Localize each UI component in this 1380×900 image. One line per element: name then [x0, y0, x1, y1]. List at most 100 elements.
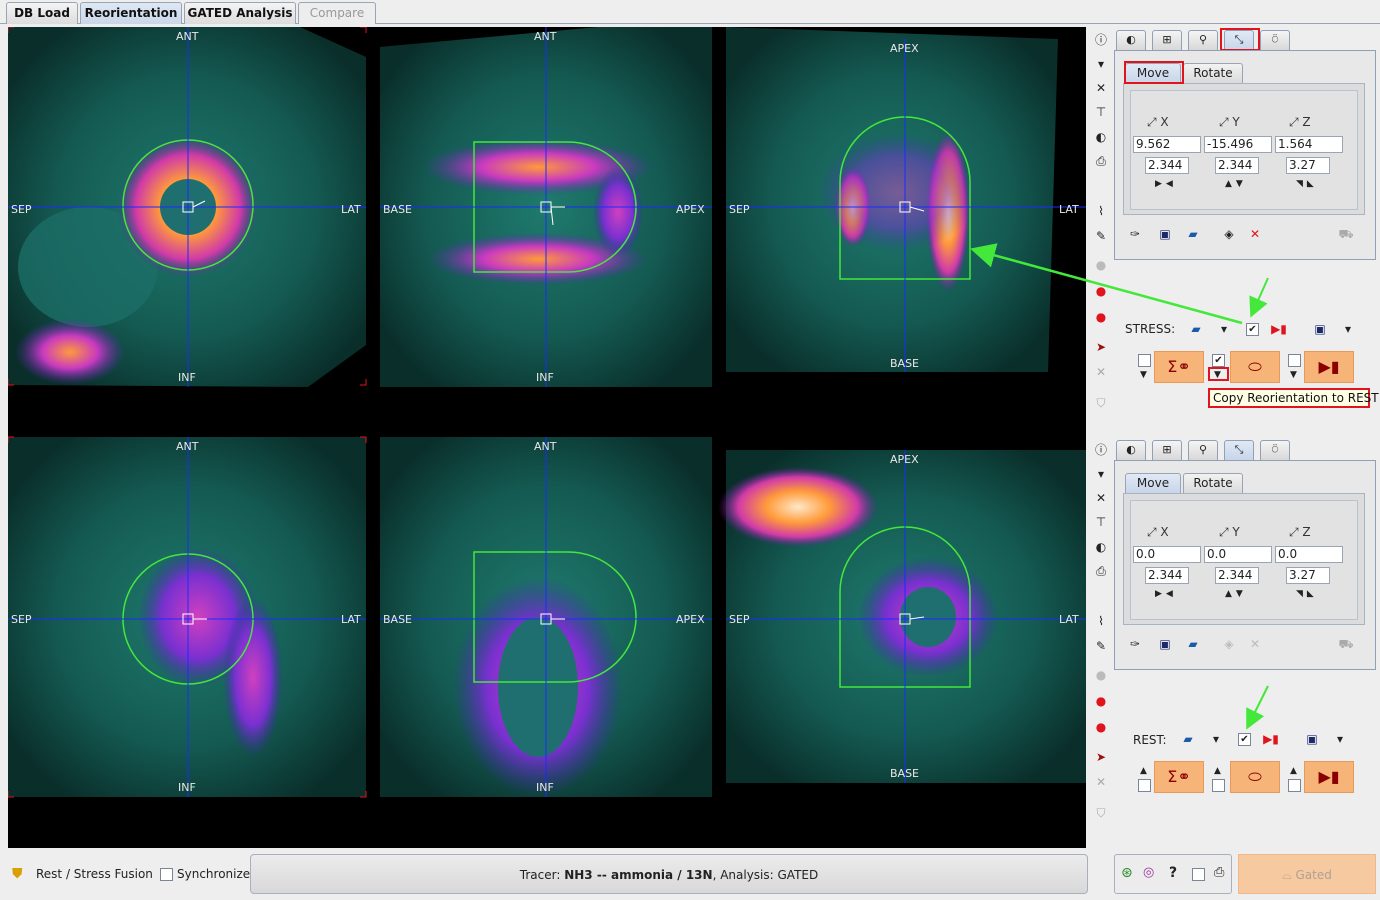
folder-open-icon[interactable]: ▰ — [1186, 320, 1206, 338]
vehicle-icon[interactable]: ⛟ — [1329, 635, 1363, 653]
close-icon[interactable]: ✕ — [1090, 78, 1112, 98]
x-step-field[interactable]: 2.344 — [1145, 567, 1189, 584]
folder-open-icon[interactable]: ▰ — [1183, 635, 1203, 653]
stress-checkbox[interactable]: ✔ — [1246, 323, 1259, 336]
print-icon[interactable]: ⎙ — [1090, 561, 1112, 581]
y-position-field[interactable]: 0.0 — [1204, 546, 1272, 563]
fusion-label[interactable]: Rest / Stress Fusion — [36, 867, 153, 881]
fusion-checkbox[interactable] — [1212, 779, 1225, 792]
segment-button[interactable]: ▶▮ — [1304, 761, 1354, 793]
save-icon[interactable]: ▣ — [1310, 320, 1330, 338]
chevron-down-icon[interactable]: ▾ — [1214, 320, 1234, 338]
segment-icon[interactable]: ▶▮ — [1258, 730, 1284, 748]
tab-gated-analysis[interactable]: GATED Analysis — [184, 2, 296, 24]
gated-checkbox[interactable] — [1192, 868, 1205, 881]
layout-icon[interactable]: ⊤ — [1090, 102, 1112, 122]
graph-icon[interactable]: ⌇ — [1090, 201, 1112, 221]
chevron-down-icon[interactable]: ▼ — [1140, 370, 1147, 380]
segment-icon[interactable]: ➤ — [1090, 337, 1112, 357]
info-icon[interactable]: ⓘ — [1090, 440, 1112, 460]
y-move-arrows[interactable]: ▲▼ — [1225, 179, 1247, 189]
pin-icon[interactable]: ✑ — [1125, 635, 1145, 653]
chevron-down-icon[interactable]: ▾ — [1338, 320, 1358, 338]
y-position-field[interactable]: -15.496 — [1204, 136, 1272, 153]
print-icon[interactable]: ⎙ — [1214, 865, 1224, 880]
y-step-field[interactable]: 2.344 — [1215, 567, 1259, 584]
chevron-up-icon[interactable]: ▲ — [1214, 766, 1221, 776]
tab-compare[interactable]: Compare — [298, 2, 376, 24]
x-step-field[interactable]: 2.344 — [1145, 157, 1189, 174]
x-move-arrows[interactable]: ▶◀ — [1155, 589, 1177, 599]
segment-icon[interactable]: ▶▮ — [1266, 320, 1292, 338]
z-move-arrows[interactable]: ◥◣ — [1296, 589, 1318, 599]
folder-open-icon[interactable]: ▰ — [1183, 225, 1203, 243]
chevron-up-icon[interactable]: ▲ — [1140, 766, 1147, 776]
save-icon[interactable]: ▣ — [1155, 225, 1175, 243]
z-position-field[interactable]: 0.0 — [1275, 546, 1343, 563]
chevron-down-icon[interactable]: ▾ — [1090, 54, 1112, 74]
contrast-tab-icon[interactable]: ◐ — [1116, 30, 1146, 50]
chevron-down-icon[interactable]: ▾ — [1090, 464, 1112, 484]
contrast-icon[interactable]: ◐ — [1090, 537, 1112, 557]
z-step-field[interactable]: 3.27 — [1286, 157, 1330, 174]
chevron-down-icon[interactable]: ▾ — [1206, 730, 1226, 748]
tool-icon[interactable]: ✎ — [1090, 226, 1112, 246]
folder-open-icon[interactable]: ▰ — [1178, 730, 1198, 748]
vehicle-icon[interactable]: ⛟ — [1329, 225, 1363, 243]
sum-checkbox[interactable] — [1138, 354, 1151, 367]
grid-tab-icon[interactable]: ⊞ — [1152, 30, 1182, 50]
circle-grey-icon[interactable]: ● — [1090, 665, 1112, 685]
segment-checkbox[interactable] — [1288, 354, 1301, 367]
circle-red-icon[interactable]: ● — [1090, 717, 1112, 737]
sum-button[interactable]: Σ⚭ — [1154, 351, 1204, 383]
contrast-tab-icon[interactable]: ◐ — [1116, 440, 1146, 460]
body-tab-icon[interactable]: ⚲ — [1188, 30, 1218, 50]
segment-checkbox[interactable] — [1288, 779, 1301, 792]
circle-red-icon[interactable]: ● — [1090, 281, 1112, 301]
shield-icon[interactable]: ⛉ — [1090, 803, 1112, 823]
sum-button[interactable]: Σ⚭ — [1154, 761, 1204, 793]
pin-icon[interactable]: ✑ — [1125, 225, 1145, 243]
z-position-field[interactable]: 1.564 — [1275, 136, 1343, 153]
reset-icon[interactable]: ◈ — [1219, 225, 1239, 243]
synchronize-checkbox[interactable] — [160, 868, 173, 881]
tab-rotate[interactable]: Rotate — [1183, 473, 1243, 493]
fusion-button[interactable]: ⬭ — [1230, 761, 1280, 793]
gated-button[interactable]: ⌓ Gated — [1238, 854, 1376, 894]
fusion-button[interactable]: ⬭ — [1230, 351, 1280, 383]
fusion-shield-icon[interactable]: ⛊ — [12, 866, 23, 882]
chevron-down-icon[interactable]: ▾ — [1330, 730, 1350, 748]
y-move-arrows[interactable]: ▲▼ — [1225, 589, 1247, 599]
reorient-tab-icon[interactable]: ⤡ — [1224, 440, 1254, 460]
tab-db-load[interactable]: DB Load — [6, 2, 78, 24]
fusion-checkbox[interactable]: ✔ — [1212, 354, 1225, 367]
x-position-field[interactable]: 0.0 — [1133, 546, 1201, 563]
contrast-icon[interactable]: ◐ — [1090, 127, 1112, 147]
synchronize-label[interactable]: Synchronize — [177, 867, 250, 881]
target-icon[interactable]: ◎ — [1143, 865, 1154, 880]
tab-rotate[interactable]: Rotate — [1183, 63, 1243, 83]
z-step-field[interactable]: 3.27 — [1286, 567, 1330, 584]
layout-icon[interactable]: ⊤ — [1090, 512, 1112, 532]
graph-icon[interactable]: ⌇ — [1090, 611, 1112, 631]
circle-red-icon[interactable]: ● — [1090, 691, 1112, 711]
tab-reorientation[interactable]: Reorientation — [80, 2, 182, 24]
close-icon[interactable]: ✕ — [1245, 225, 1265, 243]
reset-icon[interactable]: ◈ — [1219, 635, 1239, 653]
grid-tab-icon[interactable]: ⊞ — [1152, 440, 1182, 460]
save-icon[interactable]: ▣ — [1155, 635, 1175, 653]
sum-checkbox[interactable] — [1138, 779, 1151, 792]
body-tab-icon[interactable]: ⚲ — [1188, 440, 1218, 460]
download-icon[interactable]: ⊛ — [1121, 865, 1133, 881]
segment-icon[interactable]: ➤ — [1090, 747, 1112, 767]
chevron-up-icon[interactable]: ▲ — [1290, 766, 1297, 776]
x-move-arrows[interactable]: ▶◀ — [1155, 179, 1177, 189]
print-icon[interactable]: ⎙ — [1090, 151, 1112, 171]
rest-checkbox[interactable]: ✔ — [1238, 733, 1251, 746]
tab-move[interactable]: Move — [1125, 473, 1181, 493]
save-icon[interactable]: ▣ — [1302, 730, 1322, 748]
segment-button[interactable]: ▶▮ — [1304, 351, 1354, 383]
circle-grey-icon[interactable]: ● — [1090, 255, 1112, 275]
clear-icon[interactable]: ✕ — [1090, 772, 1112, 792]
close-icon[interactable]: ✕ — [1245, 635, 1265, 653]
